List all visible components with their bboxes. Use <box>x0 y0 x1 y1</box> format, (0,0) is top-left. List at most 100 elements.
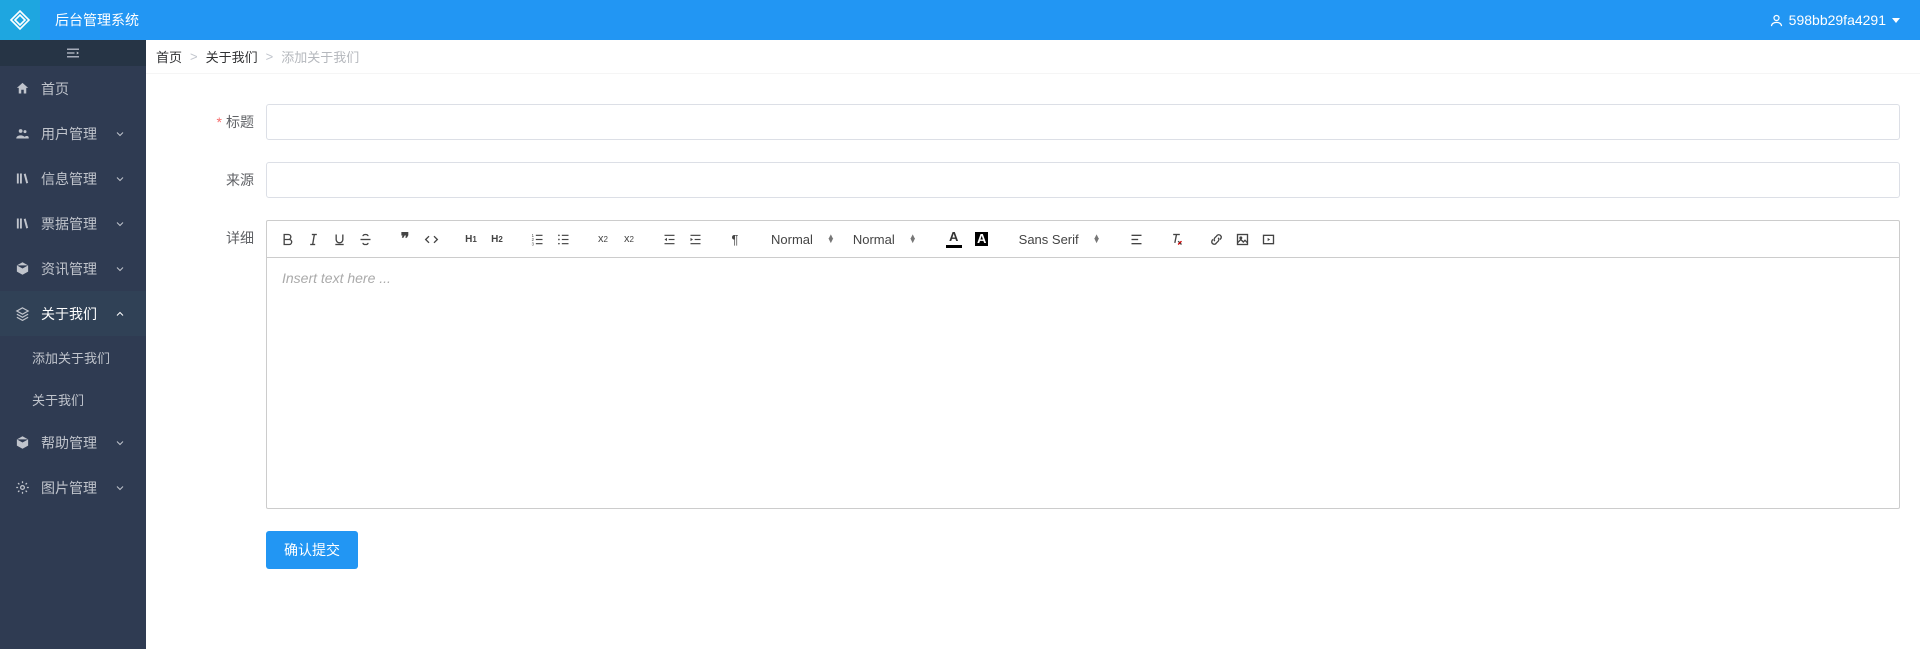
user-icon <box>1769 13 1784 28</box>
sidebar-label-images: 图片管理 <box>41 481 97 495</box>
sidebar-item-about[interactable]: 关于我们 <box>0 291 146 336</box>
picker-label: Normal <box>771 232 813 247</box>
breadcrumb-home[interactable]: 首页 <box>156 47 182 66</box>
align-button[interactable] <box>1125 227 1149 251</box>
svg-text:3: 3 <box>531 241 534 246</box>
font-picker[interactable]: Sans Serif▲▼ <box>1015 227 1105 251</box>
breadcrumb-sep: > <box>190 49 198 64</box>
sidebar-menu: 首页 用户管理 信息管理 票据管理 <box>0 66 146 510</box>
sidebar-item-info[interactable]: 信息管理 <box>0 156 146 201</box>
rich-editor: ❞ H1 H2 123 x2 x2 <box>266 220 1900 509</box>
underline-button[interactable] <box>327 227 351 251</box>
main-content: 首页 > 关于我们 > 添加关于我们 *标题 来源 详细 <box>146 40 1920 649</box>
text-direction-button[interactable]: ¶ <box>723 227 747 251</box>
breadcrumb-current: 添加关于我们 <box>281 47 359 66</box>
chevron-down-icon <box>114 482 126 494</box>
blockquote-button[interactable]: ❞ <box>393 227 417 251</box>
outdent-button[interactable] <box>657 227 681 251</box>
sidebar-submenu-about: 添加关于我们 关于我们 <box>0 336 146 420</box>
bold-button[interactable] <box>275 227 299 251</box>
strike-button[interactable] <box>353 227 377 251</box>
title-label: *标题 <box>166 104 266 132</box>
superscript-button[interactable]: x2 <box>617 227 641 251</box>
cube-icon <box>15 261 31 276</box>
chevron-up-icon <box>114 308 126 320</box>
image-button[interactable] <box>1231 227 1255 251</box>
cube-icon <box>15 435 31 450</box>
sidebar-label-info: 信息管理 <box>41 172 97 186</box>
sidebar: 首页 用户管理 信息管理 票据管理 <box>0 40 146 649</box>
bullet-list-button[interactable] <box>551 227 575 251</box>
label-text: 标题 <box>226 114 254 130</box>
sidebar-sub-list-about[interactable]: 关于我们 <box>0 378 146 420</box>
indent-button[interactable] <box>683 227 707 251</box>
books-icon <box>15 171 31 186</box>
italic-button[interactable] <box>301 227 325 251</box>
chevron-down-icon <box>114 128 126 140</box>
chevron-down-icon <box>114 437 126 449</box>
picker-label: Normal <box>853 232 895 247</box>
form-row-detail: 详细 ❞ H1 H2 <box>166 220 1900 509</box>
topbar: 后台管理系统 598bb29fa4291 <box>0 0 1920 40</box>
sidebar-label-tickets: 票据管理 <box>41 217 97 231</box>
caret-down-icon <box>1892 18 1900 23</box>
breadcrumb: 首页 > 关于我们 > 添加关于我们 <box>146 40 1920 74</box>
form-row-title: *标题 <box>166 104 1900 140</box>
user-name: 598bb29fa4291 <box>1789 12 1886 28</box>
sidebar-item-news[interactable]: 资讯管理 <box>0 246 146 291</box>
home-icon <box>15 81 31 96</box>
source-label: 来源 <box>166 162 266 190</box>
chevron-down-icon <box>114 263 126 275</box>
sidebar-item-images[interactable]: 图片管理 <box>0 465 146 510</box>
sidebar-sub-add-about[interactable]: 添加关于我们 <box>0 336 146 378</box>
breadcrumb-about[interactable]: 关于我们 <box>206 47 258 66</box>
form: *标题 来源 详细 ❞ <box>146 74 1920 589</box>
picker-label: Sans Serif <box>1019 232 1079 247</box>
sidebar-sub-label: 添加关于我们 <box>32 348 110 367</box>
header1-button[interactable]: H1 <box>459 227 483 251</box>
video-button[interactable] <box>1257 227 1281 251</box>
header-picker[interactable]: Normal▲▼ <box>849 227 921 251</box>
sidebar-item-tickets[interactable]: 票据管理 <box>0 201 146 246</box>
chevron-down-icon <box>114 173 126 185</box>
topbar-left: 后台管理系统 <box>0 0 139 40</box>
size-picker[interactable]: Normal▲▼ <box>767 227 839 251</box>
sidebar-label-users: 用户管理 <box>41 127 97 141</box>
editor-toolbar: ❞ H1 H2 123 x2 x2 <box>267 221 1899 258</box>
clear-format-button[interactable] <box>1165 227 1189 251</box>
title-input[interactable] <box>266 104 1900 140</box>
sidebar-sub-label: 关于我们 <box>32 390 84 409</box>
editor-content[interactable] <box>267 258 1899 508</box>
detail-label: 详细 <box>166 220 266 248</box>
gear-icon <box>15 480 31 495</box>
code-block-button[interactable] <box>419 227 443 251</box>
sidebar-label-home: 首页 <box>41 82 69 96</box>
user-menu[interactable]: 598bb29fa4291 <box>1769 12 1900 28</box>
logo-icon <box>8 8 32 32</box>
submit-button[interactable]: 确认提交 <box>266 531 358 569</box>
source-input[interactable] <box>266 162 1900 198</box>
subscript-button[interactable]: x2 <box>591 227 615 251</box>
label-text: 来源 <box>226 172 254 188</box>
books-icon <box>15 216 31 231</box>
app-title: 后台管理系统 <box>55 10 139 30</box>
ordered-list-button[interactable]: 123 <box>525 227 549 251</box>
breadcrumb-sep: > <box>266 49 274 64</box>
sidebar-label-help: 帮助管理 <box>41 436 97 450</box>
label-text: 详细 <box>226 230 254 246</box>
sidebar-item-users[interactable]: 用户管理 <box>0 111 146 156</box>
form-row-source: 来源 <box>166 162 1900 198</box>
layers-icon <box>15 306 31 321</box>
text-color-button[interactable]: A <box>941 230 967 248</box>
sidebar-label-about: 关于我们 <box>41 307 97 321</box>
menu-collapse-icon <box>64 44 82 62</box>
app-logo <box>0 0 40 40</box>
sidebar-item-help[interactable]: 帮助管理 <box>0 420 146 465</box>
bg-color-button[interactable]: A <box>969 232 995 246</box>
sidebar-item-home[interactable]: 首页 <box>0 66 146 111</box>
sidebar-label-news: 资讯管理 <box>41 262 97 276</box>
sidebar-collapse-toggle[interactable] <box>0 40 146 66</box>
header2-button[interactable]: H2 <box>485 227 509 251</box>
users-icon <box>15 126 31 141</box>
link-button[interactable] <box>1205 227 1229 251</box>
